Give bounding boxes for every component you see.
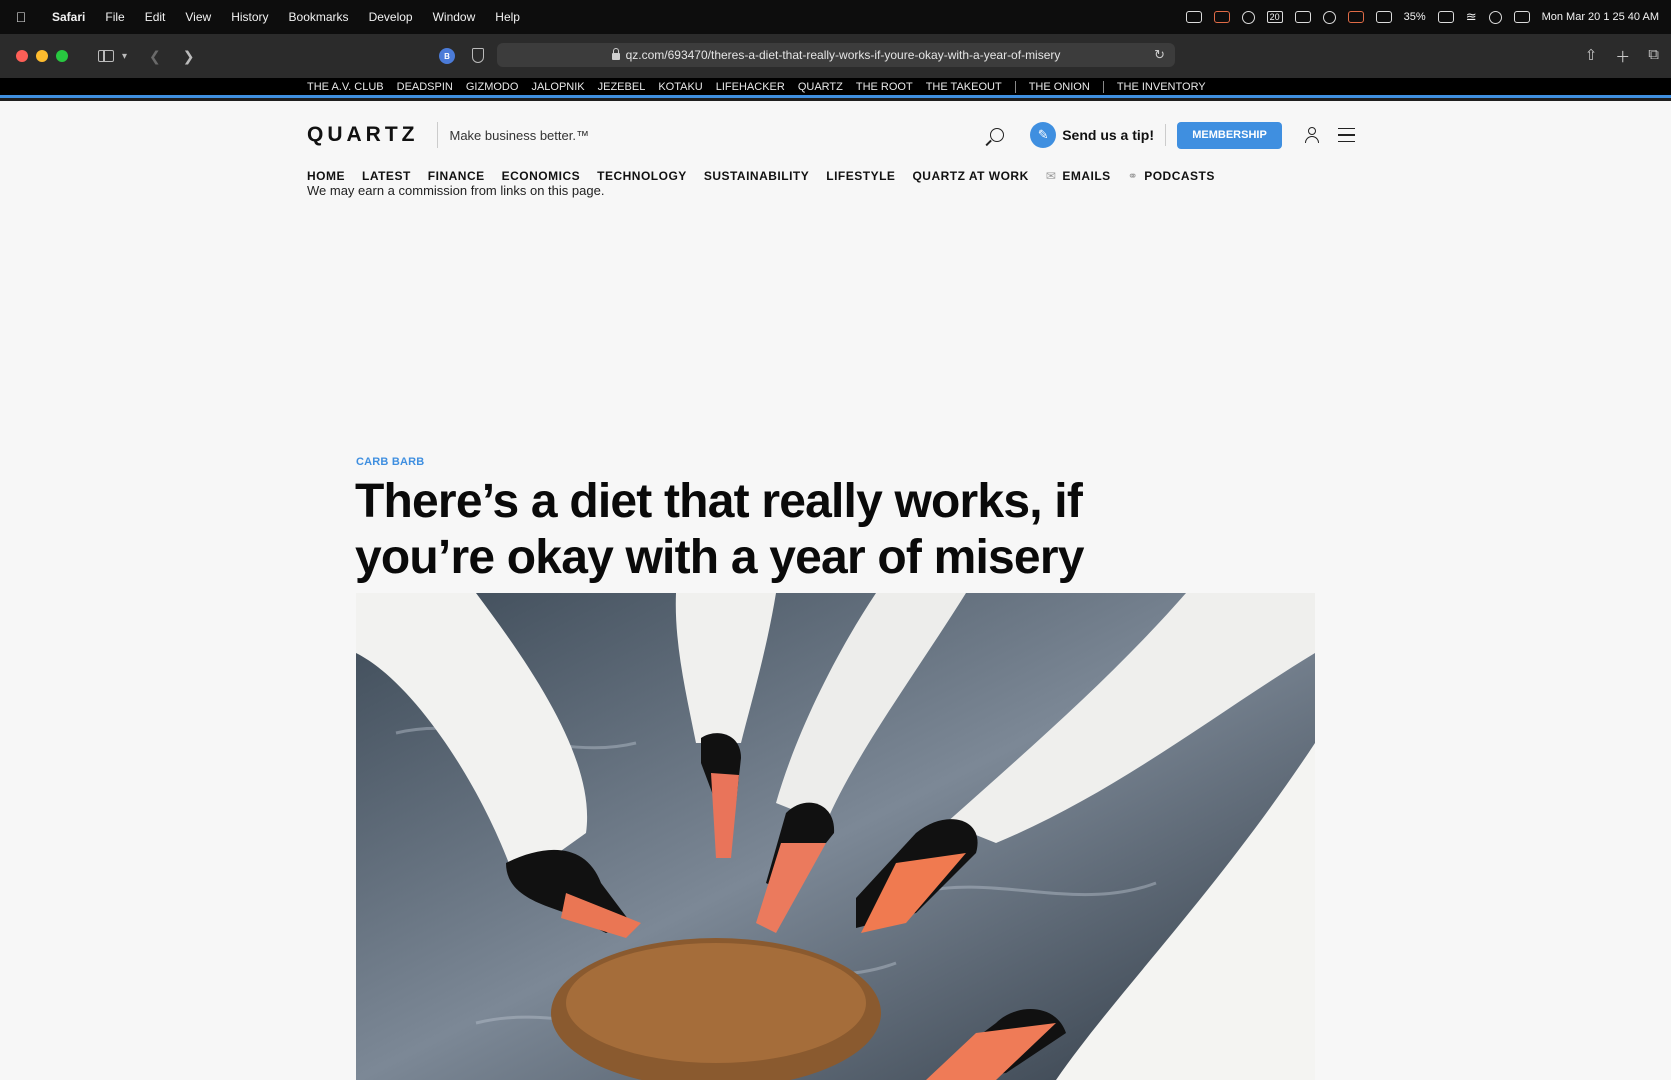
toolbar-right-actions: ⇧ ＋ ⧉ — [1585, 46, 1659, 67]
address-url: qz.com/693470/theres-a-diet-that-really-… — [625, 48, 1061, 62]
browser-toolbar: ▾ ❮ ❯ B qz.com/693470/theres-a-diet-that… — [0, 34, 1671, 78]
nav-technology[interactable]: TECHNOLOGY — [597, 169, 687, 183]
apple-menu-icon[interactable]:  — [0, 9, 42, 25]
spotlight-search-icon[interactable] — [1488, 10, 1502, 24]
network-link-the-onion[interactable]: THE ONION — [1029, 81, 1090, 93]
site-header: QUARTZ Make business better.™ ✎ Send us … — [307, 115, 1355, 155]
office-app-icon[interactable] — [1347, 11, 1364, 23]
network-link-jalopnik[interactable]: JALOPNIK — [531, 81, 584, 93]
window-controls — [16, 50, 68, 62]
battery-percent: 35% — [1403, 11, 1426, 23]
menu-view[interactable]: View — [175, 10, 221, 24]
page-content: QUARTZ Make business better.™ ✎ Send us … — [0, 101, 1671, 1080]
sidebar-toggle-icon[interactable] — [98, 50, 114, 62]
network-link-the-takeout[interactable]: THE TAKEOUT — [926, 81, 1002, 93]
macos-menu-bar:  Safari File Edit View History Bookmark… — [0, 0, 1671, 34]
network-link-av-club[interactable]: THE A.V. CLUB — [307, 81, 384, 93]
paperclip-icon[interactable] — [1322, 10, 1336, 24]
pencil-icon[interactable]: ✎ — [1030, 122, 1057, 148]
menu-develop[interactable]: Develop — [359, 10, 423, 24]
nav-podcasts-label: PODCASTS — [1144, 169, 1215, 183]
nav-finance[interactable]: FINANCE — [428, 169, 485, 183]
reload-icon[interactable]: ↻ — [1154, 47, 1165, 63]
dropbox-icon[interactable] — [1213, 11, 1230, 23]
chevron-down-icon[interactable]: ▾ — [122, 51, 127, 62]
site-tagline: Make business better.™ — [449, 127, 589, 143]
section-nav: HOME LATEST FINANCE ECONOMICS TECHNOLOGY… — [307, 169, 1232, 183]
header-actions: ✎ Send us a tip! MEMBERSHIP — [990, 121, 1355, 149]
nav-lifestyle[interactable]: LIFESTYLE — [826, 169, 895, 183]
send-tip-link[interactable]: Send us a tip! — [1062, 127, 1154, 143]
nav-emails[interactable]: ✉ EMAILS — [1046, 169, 1111, 183]
article-category[interactable]: CARB BARB — [356, 456, 424, 468]
nav-emails-label: EMAILS — [1062, 169, 1111, 183]
menu-history[interactable]: History — [221, 10, 278, 24]
share-icon[interactable]: ⇧ — [1585, 46, 1598, 67]
new-tab-icon[interactable]: ＋ — [1615, 46, 1630, 67]
network-link-jezebel[interactable]: JEZEBEL — [598, 81, 646, 93]
account-icon[interactable] — [1304, 127, 1320, 143]
network-link-quartz[interactable]: QUARTZ — [798, 81, 843, 93]
nav-quartz-at-work[interactable]: QUARTZ AT WORK — [912, 169, 1028, 183]
lock-icon — [611, 47, 620, 60]
zoom-window-button[interactable] — [56, 50, 68, 62]
nav-sustainability[interactable]: SUSTAINABILITY — [704, 169, 809, 183]
network-sites-bar: THE A.V. CLUB DEADSPIN GIZMODO JALOPNIK … — [0, 78, 1671, 98]
membership-button[interactable]: MEMBERSHIP — [1177, 121, 1282, 149]
privacy-shield-icon[interactable] — [472, 48, 484, 63]
tab-overview-icon[interactable]: ⧉ — [1648, 46, 1659, 67]
network-link-kotaku[interactable]: KOTAKU — [658, 81, 702, 93]
extension-icon[interactable]: B — [439, 48, 455, 64]
search-icon[interactable] — [990, 128, 1005, 142]
quartz-logo[interactable]: QUARTZ — [307, 123, 419, 147]
menu-help[interactable]: Help — [485, 10, 530, 24]
network-divider — [1102, 80, 1104, 93]
grid-app-icon[interactable] — [1294, 11, 1311, 23]
close-window-button[interactable] — [16, 50, 28, 62]
menu-file[interactable]: File — [95, 10, 134, 24]
status-app-icon[interactable] — [1185, 11, 1202, 23]
envelope-icon: ✉ — [1045, 169, 1057, 183]
nav-economics[interactable]: ECONOMICS — [502, 169, 581, 183]
nav-latest[interactable]: LATEST — [362, 169, 411, 183]
back-button[interactable]: ❮ — [149, 48, 161, 65]
wifi-icon[interactable]: ≊ — [1466, 9, 1477, 25]
network-link-gizmodo[interactable]: GIZMODO — [466, 81, 519, 93]
battery-icon[interactable] — [1437, 11, 1454, 23]
network-link-deadspin[interactable]: DEADSPIN — [397, 81, 453, 93]
status-area: 20 35% ≊ Mon Mar 20 1 25 40 AM — [1185, 9, 1671, 25]
header-divider — [436, 122, 438, 148]
article-headline: There’s a diet that really works, if you… — [355, 475, 1084, 584]
forward-button[interactable]: ❯ — [183, 48, 195, 65]
headphones-icon: ⚭ — [1127, 169, 1139, 183]
network-link-the-root[interactable]: THE ROOT — [856, 81, 913, 93]
minimize-window-button[interactable] — [36, 50, 48, 62]
hero-image — [356, 593, 1315, 1080]
menu-edit[interactable]: Edit — [135, 10, 176, 24]
control-center-icon[interactable] — [1513, 11, 1530, 23]
calendar-icon[interactable]: 20 — [1266, 11, 1283, 23]
menu-app-safari[interactable]: Safari — [42, 10, 95, 24]
network-link-the-inventory[interactable]: THE INVENTORY — [1117, 81, 1206, 93]
menu-bookmarks[interactable]: Bookmarks — [279, 10, 359, 24]
nav-podcasts[interactable]: ⚭ PODCASTS — [1128, 169, 1215, 183]
address-bar[interactable]: qz.com/693470/theres-a-diet-that-really-… — [497, 43, 1175, 67]
network-divider — [1014, 80, 1016, 93]
affiliate-disclaimer: We may earn a commission from links on t… — [307, 183, 605, 198]
header-divider — [1165, 124, 1166, 146]
car-icon[interactable] — [1375, 11, 1392, 23]
network-link-lifehacker[interactable]: LIFEHACKER — [716, 81, 785, 93]
menu-clock[interactable]: Mon Mar 20 1 25 40 AM — [1542, 11, 1659, 23]
hamburger-menu-icon[interactable] — [1338, 127, 1355, 143]
cloud-sync-icon[interactable] — [1241, 10, 1255, 24]
menu-window[interactable]: Window — [423, 10, 486, 24]
nav-home[interactable]: HOME — [307, 169, 345, 183]
